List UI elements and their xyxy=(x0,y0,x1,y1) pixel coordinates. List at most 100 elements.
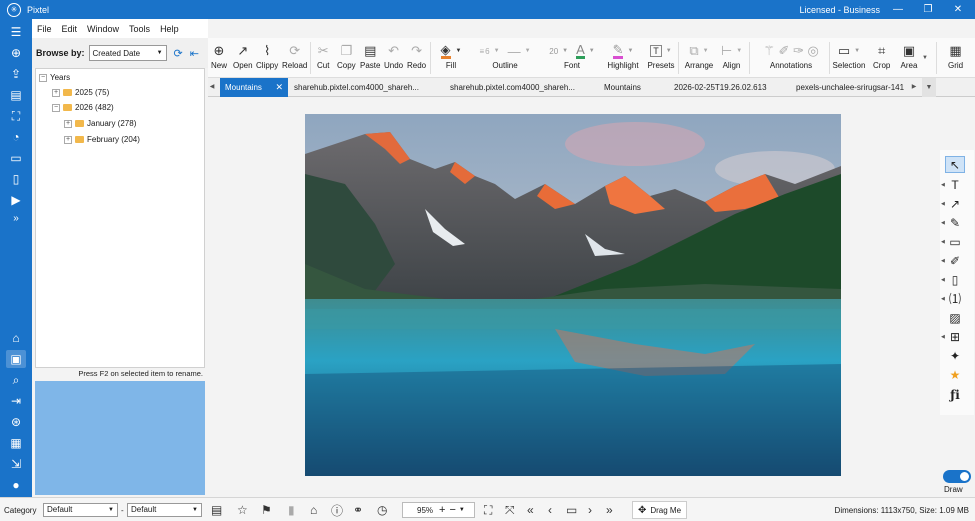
chevron-down-icon[interactable]: ▼ xyxy=(459,507,465,513)
export-icon[interactable]: ⇥ xyxy=(6,392,26,410)
presets-button[interactable]: T ▼ Presets xyxy=(645,42,677,70)
redo-button[interactable]: ↷ Redo xyxy=(407,42,426,70)
menu-tools[interactable]: Tools xyxy=(124,24,155,34)
draw-toggle[interactable] xyxy=(943,470,971,483)
note-tool-icon[interactable]: ◀ ▯ xyxy=(941,271,965,288)
text-tool-icon[interactable]: ◀ T xyxy=(941,176,965,193)
page-view-icon[interactable]: ▭ xyxy=(566,501,577,519)
arrange-button[interactable]: ⧉ ▼ Arrange xyxy=(682,42,716,70)
rectangle-tool-icon[interactable]: ◀ ▭ xyxy=(941,233,965,250)
info-icon[interactable]: ⓘ xyxy=(331,501,343,519)
tree-node-january[interactable]: + January (278) xyxy=(64,119,136,128)
tabs-scroll-left-icon[interactable]: ◀ xyxy=(208,78,216,97)
subcategory-select[interactable]: Default ▼ xyxy=(127,503,202,517)
expand-rail-icon[interactable]: » xyxy=(6,209,26,227)
menu-file[interactable]: File xyxy=(32,24,57,34)
search-icon[interactable]: ⌕ xyxy=(6,371,26,389)
crop-button[interactable]: ⌗ Crop xyxy=(873,42,890,70)
menu-edit[interactable]: Edit xyxy=(57,24,83,34)
collapse-icon[interactable]: − xyxy=(39,73,47,82)
arrow-tool-icon[interactable]: ◀ ↗ xyxy=(941,195,965,212)
browse-by-select[interactable]: Created Date ▼ xyxy=(88,45,167,61)
import-icon[interactable]: ⇪ xyxy=(6,65,26,83)
cut-button[interactable]: ✂ Cut xyxy=(317,42,329,70)
zoom-out-icon[interactable]: − xyxy=(449,504,455,516)
menu-help[interactable]: Help xyxy=(155,24,184,34)
paste-button[interactable]: ▤ Paste xyxy=(360,42,380,70)
document-icon[interactable]: ▤ xyxy=(6,86,26,104)
tree-node-february[interactable]: + February (204) xyxy=(64,135,140,144)
first-page-icon[interactable]: « xyxy=(527,501,534,519)
expand-icon[interactable]: + xyxy=(52,88,60,97)
tab-timestamp[interactable]: 2026-02-25T19.26.02.613 xyxy=(674,78,774,97)
close-tab-icon[interactable]: ✕ xyxy=(275,78,283,97)
reload-button[interactable]: ⟳ Reload xyxy=(282,42,307,70)
video-capture-icon[interactable]: ▶ xyxy=(6,191,26,209)
tab-mountains-active[interactable]: Mountains ✕ xyxy=(220,78,288,97)
grid-button[interactable]: ▦ Grid xyxy=(948,42,963,70)
maximize-button[interactable]: ❐ xyxy=(913,0,943,19)
minimize-button[interactable]: — xyxy=(883,0,913,19)
sign-in-icon[interactable]: ⇲ xyxy=(6,455,26,473)
tab-sharehub-1[interactable]: sharehub.pixtel.com4000_shareh... xyxy=(294,78,426,97)
copy-button[interactable]: ❐ Copy xyxy=(337,42,356,70)
drag-me-button[interactable]: ✥ Drag Me xyxy=(632,501,687,519)
align-button[interactable]: ⊢ ▼ Align xyxy=(718,42,745,70)
next-page-icon[interactable]: › xyxy=(588,501,592,519)
actual-size-icon[interactable]: ⤧ xyxy=(505,501,515,519)
favorite-star-icon[interactable]: ☆ xyxy=(237,501,248,519)
collapse-icon[interactable]: − xyxy=(52,103,60,112)
link-icon[interactable]: ⚭ xyxy=(353,501,363,519)
highlight-button[interactable]: ✎ ▼ Highlight xyxy=(606,42,640,71)
area-button[interactable]: ▣ Area xyxy=(897,42,921,70)
highlighter-tool-icon[interactable]: ◀ ✐ xyxy=(941,252,965,269)
outline-button[interactable]: ≡ 6 ▼ — ▼ Outline xyxy=(471,42,539,71)
tabs-dropdown-icon[interactable]: ▼ xyxy=(922,78,936,97)
tree-node-2025[interactable]: + 2025 (75) xyxy=(52,88,109,97)
history-icon[interactable]: ◷ xyxy=(377,501,387,519)
hamburger-menu-icon[interactable]: ☰ xyxy=(6,23,26,41)
timer-capture-icon[interactable]: ◔ xyxy=(6,128,26,146)
contacts-icon[interactable]: ▦ xyxy=(6,434,26,452)
undo-button[interactable]: ↶ Undo xyxy=(384,42,403,70)
expand-icon[interactable]: + xyxy=(64,119,72,128)
star-tool-icon[interactable]: ★ xyxy=(945,366,965,383)
share-icon[interactable]: ⊛ xyxy=(6,413,26,431)
open-button[interactable]: ↗ Open xyxy=(233,42,253,70)
annotations-button[interactable]: ⚚ ✐ ✑ ◎ Annotations xyxy=(754,42,828,70)
flag-icon[interactable]: ⚑ xyxy=(261,501,272,519)
zoom-in-icon[interactable]: + xyxy=(439,504,445,516)
scroll-capture-icon[interactable]: ▯ xyxy=(6,170,26,188)
refresh-icon[interactable]: ⟳ xyxy=(174,47,183,60)
tab-mountains-2[interactable]: Mountains xyxy=(604,78,654,97)
tab-sharehub-2[interactable]: sharehub.pixtel.com4000_shareh... xyxy=(450,78,582,97)
clippy-button[interactable]: ⌇ Clippy xyxy=(256,42,278,70)
account-icon[interactable]: ● xyxy=(6,476,26,494)
font-button[interactable]: 20 ▼ A ▼ Font xyxy=(540,42,604,71)
blur-tool-icon[interactable]: ◀ ⊞ xyxy=(941,328,965,345)
magic-tool-icon[interactable]: ✦ xyxy=(945,347,965,364)
step-number-tool-icon[interactable]: ◀ ⑴ xyxy=(941,290,965,307)
menu-window[interactable]: Window xyxy=(82,24,124,34)
previous-page-icon[interactable]: ‹ xyxy=(548,501,552,519)
last-page-icon[interactable]: » xyxy=(606,501,613,519)
new-button[interactable]: ⊕ New xyxy=(211,42,227,70)
zoom-control[interactable]: 95% + − ▼ xyxy=(402,502,475,518)
collapse-panel-icon[interactable]: ⇤ xyxy=(190,47,199,60)
bookmark-icon[interactable]: ▮ xyxy=(288,501,295,519)
effects-tool-icon[interactable]: ƒi xyxy=(945,386,965,403)
expand-icon[interactable]: + xyxy=(64,135,72,144)
window-capture-icon[interactable]: ▭ xyxy=(6,149,26,167)
mountain-lake-photo[interactable] xyxy=(305,114,841,476)
home-icon[interactable]: ⌂ xyxy=(6,329,26,347)
tree-node-2026[interactable]: − 2026 (482) xyxy=(52,103,114,112)
chevron-down-icon[interactable]: ▼ xyxy=(922,55,928,61)
selection-button[interactable]: ▭ ▼ Selection xyxy=(833,42,866,70)
add-capture-icon[interactable]: ⊕ xyxy=(6,44,26,62)
select-pointer-icon[interactable]: ↖ xyxy=(945,156,965,173)
close-window-button[interactable]: ✕ xyxy=(943,0,973,19)
notes-icon[interactable]: ▤ xyxy=(211,501,222,519)
category-select[interactable]: Default ▼ xyxy=(43,503,118,517)
tab-pexels[interactable]: pexels-unchalee-srirugsar-141 xyxy=(796,78,908,97)
tabs-scroll-right-icon[interactable]: ▶ xyxy=(910,78,918,97)
